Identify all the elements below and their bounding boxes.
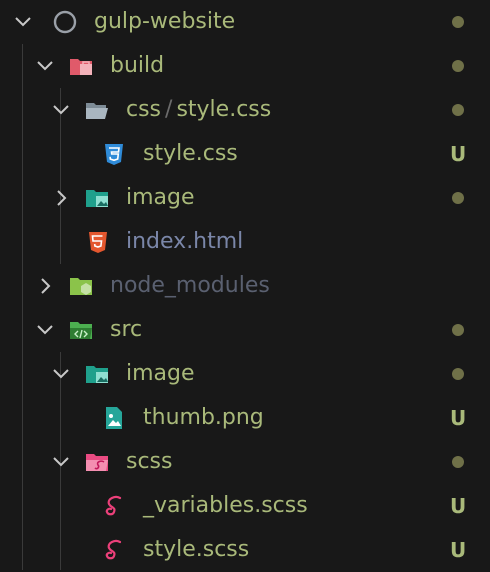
modified-dot [452,324,464,336]
tree-item-label: node_modules [110,273,270,298]
tree-item-label: build [110,53,165,78]
chevron-down-icon[interactable] [34,55,56,77]
tree-item-label: _variables.scss [143,493,308,518]
image-file-icon [106,407,122,429]
tree-item-build-image[interactable]: image [0,176,490,220]
chevron-right-icon[interactable] [34,275,56,297]
tree-item-variables-scss[interactable]: _variables.scss U [0,484,490,528]
sass-icon [105,495,122,516]
sass-icon [105,539,122,560]
tree-item-label: thumb.png [143,405,264,430]
html5-icon [89,232,107,253]
folder-image-icon [86,366,108,383]
chevron-down-icon[interactable] [50,363,72,385]
chevron-down-icon[interactable] [50,451,72,473]
folder-open-red-icon [70,59,92,75]
tree-item-label: style.scss [143,537,250,562]
tree-item-label: index.html [126,229,244,254]
untracked-badge: U [450,142,467,166]
tree-item-src-image[interactable]: image [0,352,490,396]
tree-item-style-css[interactable]: style.css U [0,132,490,176]
tree-item-label: src [110,317,143,342]
tree-item-thumb-png[interactable]: thumb.png U [0,396,490,440]
circle-outline-icon [53,10,77,34]
chevron-down-icon[interactable] [34,319,56,341]
modified-dot [452,456,464,468]
tree-item-style-scss[interactable]: style.scss U [0,528,490,572]
untracked-badge: U [450,494,467,518]
untracked-badge: U [450,538,467,562]
css3-icon [105,144,123,165]
tree-item-label: css / style.css [126,97,272,122]
modified-dot [452,60,464,72]
modified-dot [452,368,464,380]
tree-item-src[interactable]: src [0,308,490,352]
tree-item-css[interactable]: css / style.css [0,88,490,132]
chevron-down-icon[interactable] [12,11,34,33]
folder-src-icon [70,322,92,339]
folder-node-icon [70,278,92,295]
chevron-down-icon[interactable] [50,99,72,121]
modified-dot [452,104,464,116]
folder-image-icon [86,190,108,207]
tree-item-label: image [126,361,195,386]
modified-dot [452,16,464,28]
tree-item-label: image [126,185,195,210]
folder-sass-icon [86,454,108,471]
tree-item-scss[interactable]: scss [0,440,490,484]
tree-item-label: gulp-website [94,9,236,34]
tree-item-label: style.css [143,141,238,166]
tree-item-build[interactable]: build [0,44,490,88]
tree-item-label: scss [126,449,173,474]
folder-open-gray-icon [86,103,108,119]
modified-dot [452,192,464,204]
tree-item-gulp-website[interactable]: gulp-website [0,0,490,44]
untracked-badge: U [450,406,467,430]
tree-item-node-modules[interactable]: node_modules [0,264,490,308]
chevron-right-icon[interactable] [50,187,72,209]
tree-item-index-html[interactable]: index.html [0,220,490,264]
